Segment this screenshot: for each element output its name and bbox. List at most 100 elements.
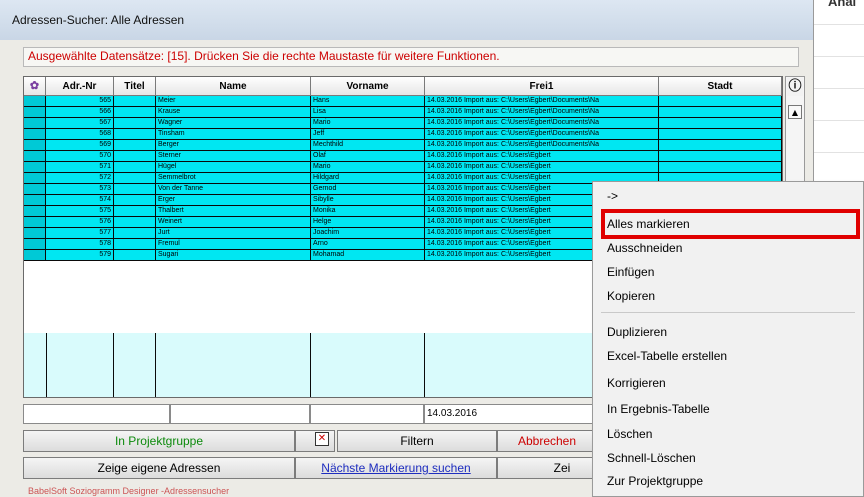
row-selector[interactable] xyxy=(24,140,46,151)
info-icon[interactable]: ⓘ xyxy=(787,78,803,96)
filtern-label: Filtern xyxy=(400,434,434,448)
cell-titel xyxy=(114,206,156,217)
filter-field-vorname[interactable] xyxy=(310,404,424,424)
divider xyxy=(424,333,425,397)
cell-name: Sugari xyxy=(156,250,311,261)
cell-stadt xyxy=(659,129,782,140)
row-selector[interactable] xyxy=(24,239,46,250)
column-header-vorname[interactable]: Vorname xyxy=(311,77,425,96)
row-selector[interactable] xyxy=(24,195,46,206)
menu-item-einfuegen[interactable]: Einfügen xyxy=(607,261,857,283)
filter-field-nr[interactable] xyxy=(23,404,170,424)
filter-icon: ✿ xyxy=(29,80,40,92)
row-selector[interactable] xyxy=(24,173,46,184)
cell-titel xyxy=(114,173,156,184)
menu-item-loeschen[interactable]: Löschen xyxy=(607,423,857,445)
divider xyxy=(806,24,864,25)
close-icon[interactable]: ✕ xyxy=(315,432,329,446)
row-selector[interactable] xyxy=(24,228,46,239)
menu-item-ausschneiden[interactable]: Ausschneiden xyxy=(607,237,857,259)
zeige-partial-label: Zei xyxy=(553,461,571,475)
table-row[interactable]: 567 Wagner Mario 14.03.2016 Import aus: C:\… xyxy=(24,118,782,129)
divider xyxy=(806,152,864,153)
column-header-adr-nr[interactable]: Adr.-Nr xyxy=(46,77,114,96)
column-header-frei1[interactable]: Frei1 xyxy=(425,77,659,96)
table-row[interactable]: 571 Hügel Mario 14.03.2016 Import aus: C:\U… xyxy=(24,162,782,173)
divider xyxy=(113,333,114,397)
cell-titel xyxy=(114,140,156,151)
divider xyxy=(310,333,311,397)
cell-frei1: 14.03.2016 Import aus: C:\Users\Egbert\D… xyxy=(425,140,659,151)
row-selector[interactable] xyxy=(24,206,46,217)
cell-frei1: 14.03.2016 Import aus: C:\Users\Egbert\D… xyxy=(425,107,659,118)
cell-frei1: 14.03.2016 Import aus: C:\Users\Egbert xyxy=(425,162,659,173)
row-selector[interactable] xyxy=(24,184,46,195)
menu-item-duplizieren[interactable]: Duplizieren xyxy=(607,321,857,343)
cell-adr-nr: 571 xyxy=(46,162,114,173)
cell-adr-nr: 567 xyxy=(46,118,114,129)
menu-item-korrigieren[interactable]: Korrigieren xyxy=(607,372,857,394)
menu-item-ergebnis-tabelle[interactable]: In Ergebnis-Tabelle xyxy=(607,398,857,420)
cell-titel xyxy=(114,129,156,140)
row-selector[interactable] xyxy=(24,250,46,261)
column-header-name[interactable]: Name xyxy=(156,77,311,96)
divider xyxy=(806,88,864,89)
row-selector[interactable] xyxy=(24,151,46,162)
row-selector[interactable] xyxy=(24,96,46,107)
footer-text: BabelSoft Soziogramm Designer -Adressens… xyxy=(28,486,230,496)
cell-adr-nr: 578 xyxy=(46,239,114,250)
column-header-stadt[interactable]: Stadt xyxy=(659,77,782,96)
menu-item-label: Korrigieren xyxy=(607,376,666,390)
cell-stadt xyxy=(659,96,782,107)
filtern-button[interactable]: Filtern xyxy=(337,430,497,452)
menu-item-arrow[interactable]: -> xyxy=(607,185,857,207)
cell-titel xyxy=(114,195,156,206)
menu-item-schnell-loeschen[interactable]: Schnell-Löschen xyxy=(607,447,857,469)
cell-titel xyxy=(114,184,156,195)
cell-name: Semmelbrot xyxy=(156,173,311,184)
cell-vorname: Mechthild xyxy=(311,140,425,151)
row-selector[interactable] xyxy=(24,118,46,129)
menu-item-label: Schnell-Löschen xyxy=(607,451,696,465)
abbrechen-label: Abbrechen xyxy=(517,434,577,448)
cell-name: Fremul xyxy=(156,239,311,250)
row-selector[interactable] xyxy=(24,162,46,173)
cell-vorname: Gernod xyxy=(311,184,425,195)
naechste-markierung-button[interactable]: Nächste Markierung suchen xyxy=(295,457,497,479)
window-titlebar[interactable]: Adressen-Sucher: Alle Adressen xyxy=(0,0,813,40)
row-selector[interactable] xyxy=(24,217,46,228)
menu-item-zur-projektgruppe[interactable]: Zur Projektgruppe xyxy=(607,470,857,492)
menu-item-label: Ausschneiden xyxy=(607,241,683,255)
cell-frei1: 14.03.2016 Import aus: C:\Users\Egbert\D… xyxy=(425,96,659,107)
in-projektgruppe-button[interactable]: In Projektgruppe xyxy=(23,430,295,452)
cell-adr-nr: 566 xyxy=(46,107,114,118)
cell-name: Krause xyxy=(156,107,311,118)
table-row[interactable]: 568 Tinsham Jeff 14.03.2016 Import aus: C:\… xyxy=(24,129,782,140)
filter-field-name[interactable] xyxy=(170,404,310,424)
table-row[interactable]: 565 Meier Hans 14.03.2016 Import aus: C:\Us… xyxy=(24,96,782,107)
menu-separator xyxy=(601,312,855,313)
table-row[interactable]: 569 Berger Mechthild 14.03.2016 Import aus:… xyxy=(24,140,782,151)
cell-stadt xyxy=(659,162,782,173)
column-header-titel[interactable]: Titel xyxy=(114,77,156,96)
table-row[interactable]: 566 Krause Lisa 14.03.2016 Import aus: C:\U… xyxy=(24,107,782,118)
menu-item-kopieren[interactable]: Kopieren xyxy=(607,285,857,307)
cell-stadt xyxy=(659,118,782,129)
cell-vorname: Mario xyxy=(311,162,425,173)
cell-adr-nr: 574 xyxy=(46,195,114,206)
cell-titel xyxy=(114,151,156,162)
scroll-up-arrow-icon[interactable]: ▲ xyxy=(788,105,802,119)
menu-item-excel-tabelle[interactable]: Excel-Tabelle erstellen xyxy=(607,345,857,367)
select-all-header[interactable]: ✿ xyxy=(24,77,46,96)
cell-vorname: Helge xyxy=(311,217,425,228)
filter-field-frei1[interactable]: 14.03.2016 xyxy=(424,404,594,424)
table-row[interactable]: 570 Sterner Olaf 14.03.2016 Import aus: C:\… xyxy=(24,151,782,162)
cell-vorname: Hans xyxy=(311,96,425,107)
abbrechen-button[interactable]: Abbrechen xyxy=(497,430,597,452)
zeige-button-partial[interactable]: Zei xyxy=(497,457,597,479)
cell-vorname: Sibylle xyxy=(311,195,425,206)
row-selector[interactable] xyxy=(24,129,46,140)
row-selector[interactable] xyxy=(24,107,46,118)
zeige-eigene-adressen-button[interactable]: Zeige eigene Adressen xyxy=(23,457,295,479)
cell-adr-nr: 575 xyxy=(46,206,114,217)
